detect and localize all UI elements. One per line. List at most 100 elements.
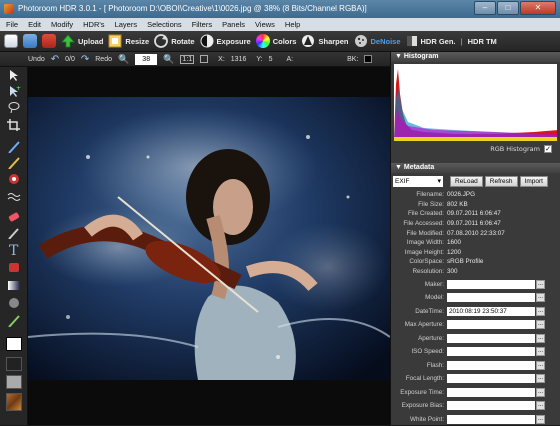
zoom-input[interactable]: 38	[135, 53, 158, 65]
hdr-tm-button[interactable]: HDR TM	[468, 37, 497, 46]
window-titlebar: Photoroom HDR 3.0.1 - [ Photoroom D:\OBO…	[0, 0, 560, 18]
save-icon[interactable]	[42, 34, 56, 48]
text-tool-icon[interactable]: T	[7, 243, 21, 255]
menu-filters[interactable]: Filters	[192, 18, 212, 31]
upload-label: Upload	[78, 36, 104, 46]
gray-swatch[interactable]	[6, 375, 22, 389]
maker-field[interactable]	[447, 279, 535, 289]
menu-views[interactable]: Views	[255, 18, 275, 31]
focal-length-field[interactable]	[447, 374, 535, 384]
exposure-bias-field[interactable]	[447, 401, 535, 411]
crop-tool-icon[interactable]	[7, 119, 21, 131]
menu-panels[interactable]: Panels	[222, 18, 245, 31]
redo-arrow-icon[interactable]: ↷	[81, 54, 89, 65]
resize-button[interactable]: Resize	[108, 34, 149, 48]
max-aperture-field[interactable]	[447, 320, 535, 330]
undo-arrow-icon[interactable]: ↶	[51, 54, 59, 65]
aperture-field[interactable]	[447, 333, 535, 343]
history-count: 0/0	[65, 55, 75, 63]
open-folder-icon[interactable]	[23, 34, 37, 48]
fill-tool-icon[interactable]	[7, 261, 21, 273]
menu-edit[interactable]: Edit	[28, 18, 41, 31]
close-button[interactable]: ✕	[520, 1, 556, 15]
exposure-time-field[interactable]	[447, 387, 535, 397]
menu-hdrs[interactable]: HDR's	[83, 18, 104, 31]
aperture-browse-button[interactable]: ...	[536, 333, 545, 343]
texture-swatch[interactable]	[6, 393, 22, 411]
line-tool-icon[interactable]	[7, 315, 21, 327]
pencil-tool-icon[interactable]	[7, 157, 21, 169]
maximize-button[interactable]: □	[497, 1, 519, 15]
upload-button[interactable]: Upload	[61, 34, 103, 48]
histogram-panel-header[interactable]: ▼ Histogram	[391, 52, 560, 62]
meta-value: 300	[447, 268, 458, 276]
iso-speed-browse-button[interactable]: ...	[536, 347, 545, 357]
fit-icon[interactable]	[200, 55, 209, 63]
meta-value: 802 KB	[447, 200, 468, 208]
undo-button[interactable]: Undo	[28, 56, 45, 63]
rgb-histogram-label: RGB Histogram	[490, 145, 540, 153]
model-field[interactable]	[447, 293, 535, 303]
eraser-tool-icon[interactable]	[7, 211, 21, 223]
sharpen-button[interactable]: Sharpen	[301, 34, 349, 48]
white-point-browse-button[interactable]: ...	[536, 414, 545, 424]
minimize-button[interactable]: –	[474, 1, 496, 15]
meta-field-label: ISO Speed:	[411, 348, 444, 356]
meta-field-row: Exposure Bias:...	[391, 399, 560, 413]
svg-text:T: T	[9, 243, 19, 255]
max-aperture-browse-button[interactable]: ...	[536, 320, 545, 330]
datetime-field[interactable]: 2010:08:19 23:50:37	[447, 306, 535, 316]
menu-bar: File Edit Modify HDR's Layers Selections…	[0, 18, 560, 31]
model-browse-button[interactable]: ...	[536, 293, 545, 303]
denoise-button[interactable]: DeNoise	[354, 34, 401, 48]
lasso-tool-icon[interactable]	[7, 101, 21, 113]
meta-field-row: White Point:...	[391, 412, 560, 426]
reload-button[interactable]: ReLoad	[450, 176, 483, 187]
flash-browse-button[interactable]: ...	[536, 360, 545, 370]
meta-label: File Created:	[407, 210, 444, 218]
flash-field[interactable]	[447, 360, 535, 370]
refresh-button[interactable]: Refresh	[484, 176, 518, 187]
exposure-icon	[200, 34, 214, 48]
smudge-tool-icon[interactable]	[7, 191, 21, 203]
menu-file[interactable]: File	[6, 18, 18, 31]
iso-speed-field[interactable]	[447, 347, 535, 357]
new-file-icon[interactable]	[4, 34, 18, 48]
focal-length-browse-button[interactable]: ...	[536, 374, 545, 384]
metadata-type-select[interactable]: EXIF	[393, 176, 443, 187]
menu-selections[interactable]: Selections	[147, 18, 182, 31]
maker-browse-button[interactable]: ...	[536, 279, 545, 289]
image-canvas[interactable]	[28, 67, 390, 425]
exposure-time-browse-button[interactable]: ...	[536, 387, 545, 397]
redo-button[interactable]: Redo	[95, 56, 112, 63]
pointer-tool-icon[interactable]	[7, 69, 21, 81]
brush-tool-icon[interactable]	[7, 141, 21, 153]
exposure-bias-browse-button[interactable]: ...	[536, 401, 545, 411]
menu-layers[interactable]: Layers	[115, 18, 138, 31]
metadata-panel-header[interactable]: ▼ Metadata	[391, 163, 560, 173]
dropper-tool-icon[interactable]	[7, 227, 21, 239]
zoom-out-icon[interactable]: 🔍	[118, 54, 129, 65]
select-add-tool-icon[interactable]: +	[7, 85, 21, 97]
shape-tool-icon[interactable]	[7, 297, 21, 309]
menu-modify[interactable]: Modify	[51, 18, 73, 31]
rotate-label: Rotate	[171, 36, 195, 46]
bk-swatch[interactable]	[364, 55, 373, 63]
datetime-browse-button[interactable]: ...	[536, 306, 545, 316]
one-to-one-button[interactable]: 1:1	[180, 54, 195, 64]
rgb-histogram-checkbox[interactable]: ✓	[544, 145, 552, 153]
gradient-tool-icon[interactable]	[7, 279, 21, 291]
zoom-in-icon[interactable]: 🔍	[163, 54, 174, 65]
white-point-field[interactable]	[447, 414, 535, 424]
hdr-gen-button[interactable]: HDR Gen.	[406, 34, 456, 48]
rotate-button[interactable]: Rotate	[154, 34, 195, 48]
import-button[interactable]: Import	[519, 176, 548, 187]
clone-tool-icon[interactable]	[7, 173, 21, 185]
background-color-swatch[interactable]	[6, 357, 22, 371]
color-wheel-icon	[255, 34, 270, 48]
menu-help[interactable]: Help	[285, 18, 300, 31]
colors-button[interactable]: Colors	[255, 34, 296, 48]
exposure-button[interactable]: Exposure	[200, 34, 251, 48]
window-controls: – □ ✕	[474, 1, 556, 15]
foreground-color-swatch[interactable]	[6, 337, 22, 351]
